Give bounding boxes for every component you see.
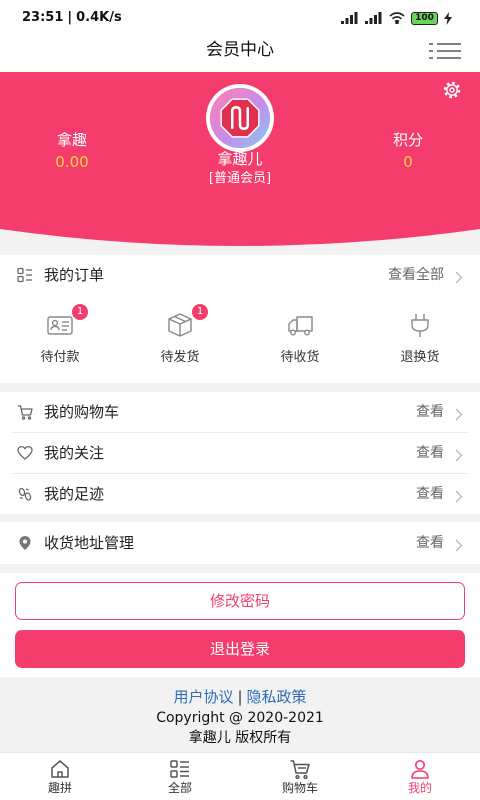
header: 会员中心 [0,34,480,72]
points-label: 积分 [392,131,423,149]
order-item-label: 待付款 [40,350,80,365]
address-card: 收货地址管理 查看 [0,522,480,564]
menu-list-card: 我的购物车 查看 我的关注 查看 我的足迹 查看 [0,392,480,514]
order-returns[interactable]: 退换货 [360,295,480,383]
signal-icon [341,12,359,24]
order-item-label: 待收货 [280,350,320,365]
order-item-label: 退换货 [400,350,440,365]
tab-all[interactable]: 全部 [120,753,240,800]
person-icon [409,758,431,780]
footer: 用户协议 | 隐私政策 Copyright @ 2020-2021 拿趣儿 版权所有 [0,677,480,752]
order-pending-payment[interactable]: 1 待付款 [0,295,120,383]
menu-item-address[interactable]: 收货地址管理 查看 [0,522,480,564]
order-pending-receipt[interactable]: 待收货 [240,295,360,383]
menu-item-footprints[interactable]: 我的足迹 查看 [0,474,480,514]
tab-label: 全部 [167,781,192,795]
tab-label: 我的 [407,781,432,795]
page-title: 会员中心 [206,40,274,60]
username: 拿趣儿 [217,150,263,168]
orders-title: 我的订单 [44,266,105,284]
tab-label: 趣拼 [47,781,72,795]
points-stat[interactable]: 积分 0 [358,128,458,172]
menu-item-label: 我的关注 [44,444,105,462]
account-actions: 修改密码 退出登录 [0,573,480,677]
status-left: 23:51 | 0.4K/s [22,8,122,28]
tab-cart[interactable]: 购物车 [240,753,360,800]
privacy-policy-link[interactable]: 隐私政策 [247,688,307,706]
footprint-icon [17,486,33,502]
tab-bar: 趣拼 全部 购物车 我的 [0,752,480,800]
member-level: [普通会员] [208,171,272,186]
footer-links: 用户协议 | 隐私政策 [0,686,480,708]
plug-icon [405,310,435,340]
orders-header-row[interactable]: 我的订单 查看全部 [0,255,480,295]
footer-divider: | [237,688,243,706]
chevron-right-icon [455,488,463,503]
order-list-icon [17,267,33,283]
cart-icon [17,404,33,420]
chevron-right-icon [455,447,463,462]
chevron-right-icon [455,537,463,552]
order-item-label: 待发货 [160,350,200,365]
tab-label: 购物车 [281,781,318,795]
balance-stat[interactable]: 拿趣 0.00 [22,128,122,172]
view-link[interactable]: 查看 [416,522,444,564]
view-link[interactable]: 查看 [416,474,444,514]
gear-icon[interactable] [443,81,461,99]
view-all-link[interactable]: 查看全部 [388,255,444,295]
status-time: 23:51 [22,10,64,25]
menu-item-label: 我的足迹 [44,485,105,503]
order-pending-shipment[interactable]: 1 待发货 [120,295,240,383]
status-net-speed: 0.4K/s [76,10,122,25]
view-link[interactable]: 查看 [416,392,444,432]
signal-icon [365,12,383,24]
menu-item-label: 我的购物车 [44,403,120,421]
tab-mine[interactable]: 我的 [360,753,480,800]
heart-icon [17,445,33,461]
chevron-right-icon [455,406,463,421]
status-separator: | [67,10,73,25]
status-icons: 100 [341,11,452,25]
pending-shipment-badge: 1 [191,303,209,321]
status-bar: 23:51 | 0.4K/s 100 [0,0,480,34]
logout-button[interactable]: 退出登录 [15,630,465,668]
menu-item-follows[interactable]: 我的关注 查看 [0,433,480,473]
category-list-icon [169,758,191,780]
rights-text: 拿趣儿 版权所有 [188,730,292,746]
charging-bolt-icon [444,11,452,25]
location-icon [17,535,33,551]
orders-card: 我的订单 查看全部 1 待付款 1 待发货 待收货 退换货 [0,255,480,383]
avatar[interactable] [206,84,274,152]
balance-value: 0.00 [55,153,89,171]
battery-icon: 100 [411,11,438,25]
menu-item-label: 收货地址管理 [44,534,135,552]
truck-icon [285,310,315,340]
chevron-right-icon [455,269,463,284]
profile-banner: 拿趣 0.00 拿趣儿 [普通会员] 积分 0 [0,72,480,247]
cart-icon [289,758,311,780]
copyright-text: Copyright @ 2020-2021 [156,710,324,726]
user-agreement-link[interactable]: 用户协议 [173,688,233,706]
tab-home[interactable]: 趣拼 [0,753,120,800]
wifi-icon [389,12,405,24]
order-status-list: 1 待付款 1 待发货 待收货 退换货 [0,295,480,383]
points-value: 0 [403,153,413,171]
pending-payment-badge: 1 [71,303,89,321]
menu-item-cart[interactable]: 我的购物车 查看 [0,392,480,432]
balance-label: 拿趣 [56,131,87,149]
menu-icon[interactable] [428,41,462,61]
view-link[interactable]: 查看 [416,433,444,473]
change-password-button[interactable]: 修改密码 [15,582,465,620]
home-icon [49,758,71,780]
